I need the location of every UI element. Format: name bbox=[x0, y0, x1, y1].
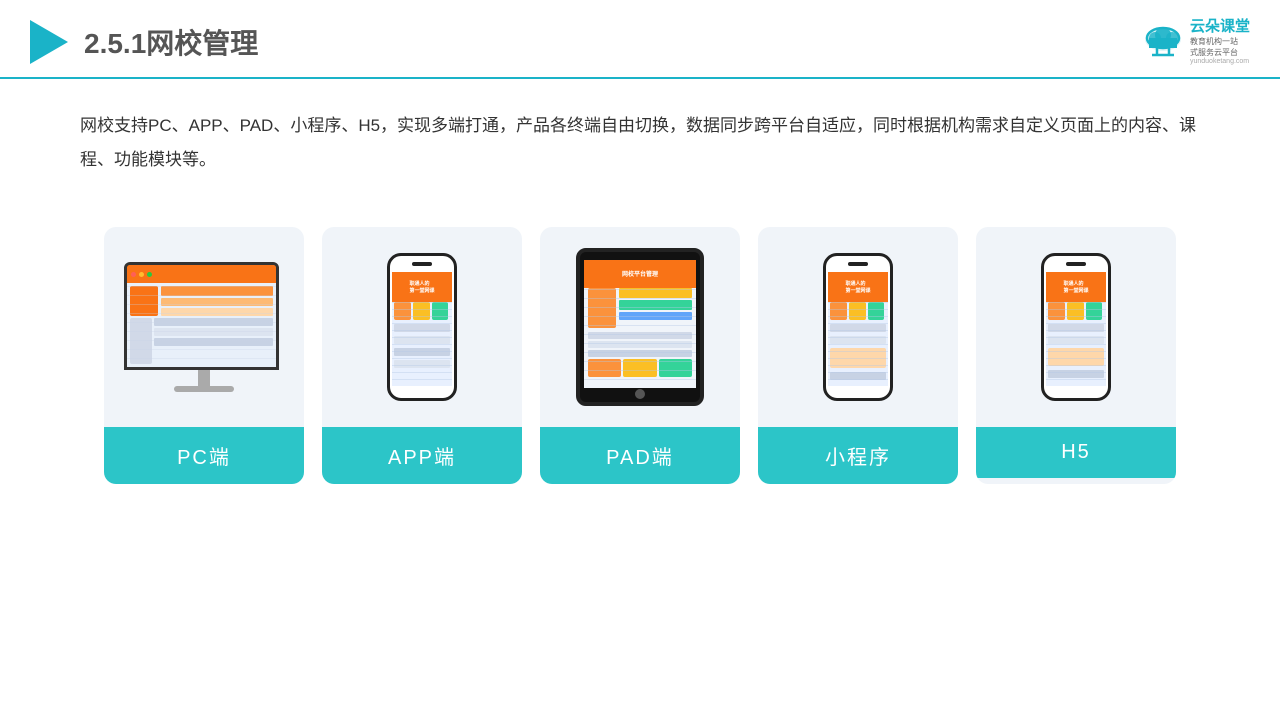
card-app-image: 职通人的第一堂网课 bbox=[322, 227, 522, 427]
card-pad-label: PAD端 bbox=[540, 427, 740, 484]
logo-cloud-icon bbox=[1142, 25, 1184, 59]
pad-device: 网校平台管理 bbox=[576, 248, 704, 406]
h5-device: 职通人的第一堂网课 bbox=[1041, 253, 1111, 401]
logo-text: 云朵课堂 教育机构一站式服务云平台 yunduoketang.com bbox=[1190, 18, 1250, 65]
logo: 云朵课堂 教育机构一站式服务云平台 yunduoketang.com bbox=[1142, 18, 1250, 65]
card-pad-image: 网校平台管理 bbox=[540, 227, 740, 427]
card-pc-image bbox=[104, 227, 304, 427]
device-cards: PC端 职通人的第一堂网课 bbox=[0, 207, 1280, 504]
pc-device bbox=[124, 262, 284, 392]
card-miniprogram-image: 职通人的第一堂网课 bbox=[758, 227, 958, 427]
miniprogram-device: 职通人的第一堂网课 bbox=[823, 253, 893, 401]
card-h5-label: H5 bbox=[976, 427, 1176, 478]
card-h5: 职通人的第一堂网课 H5 bbox=[976, 227, 1176, 484]
play-icon bbox=[30, 20, 68, 64]
card-app-label: APP端 bbox=[322, 427, 522, 484]
page-header: 2.5.1网校管理 云朵课堂 教育机构一站式服务云平台 yunduoketang… bbox=[0, 0, 1280, 79]
card-miniprogram: 职通人的第一堂网课 小程序 bbox=[758, 227, 958, 484]
card-h5-image: 职通人的第一堂网课 bbox=[976, 227, 1176, 427]
logo-brand-name: 云朵课堂 bbox=[1190, 18, 1250, 36]
card-pc-label: PC端 bbox=[104, 427, 304, 484]
description-text: 网校支持PC、APP、PAD、小程序、H5，实现多端打通，产品各终端自由切换，数… bbox=[0, 79, 1280, 197]
card-miniprogram-label: 小程序 bbox=[758, 427, 958, 484]
app-device: 职通人的第一堂网课 bbox=[387, 253, 457, 401]
logo-slogan: 教育机构一站式服务云平台 bbox=[1190, 36, 1250, 58]
card-pad: 网校平台管理 bbox=[540, 227, 740, 484]
header-left: 2.5.1网校管理 bbox=[30, 20, 258, 64]
card-pc: PC端 bbox=[104, 227, 304, 484]
card-app: 职通人的第一堂网课 APP端 bbox=[322, 227, 522, 484]
logo-domain: yunduoketang.com bbox=[1190, 58, 1250, 65]
page-title: 2.5.1网校管理 bbox=[84, 22, 258, 62]
